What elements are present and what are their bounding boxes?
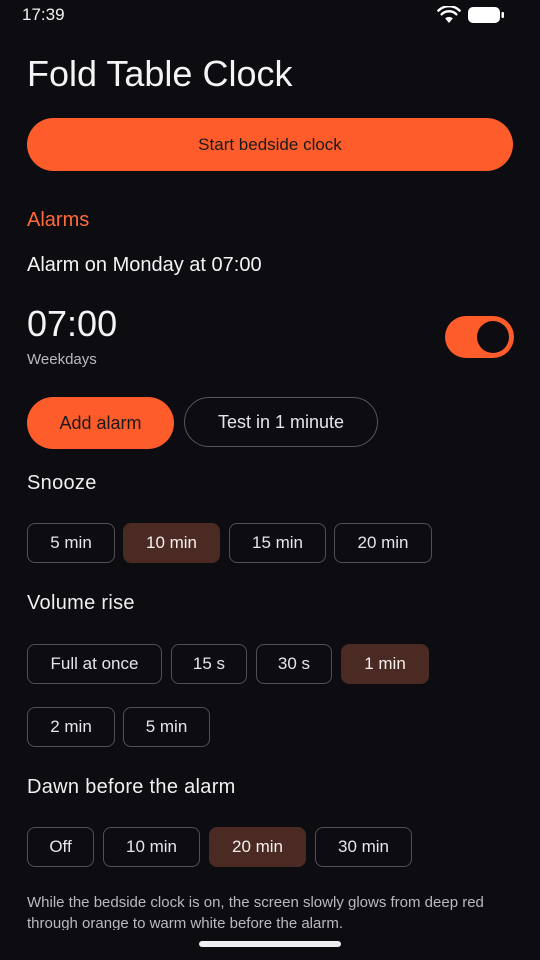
dawn-label: Dawn before the alarm [27, 776, 236, 798]
status-time: 17:39 [22, 5, 65, 24]
alarm-enabled-toggle[interactable] [445, 316, 514, 358]
snooze-label: Snooze [27, 472, 97, 494]
volume-rise-label: Volume rise [27, 592, 135, 614]
dawn-option-20-min[interactable]: 20 min [209, 827, 306, 867]
volume-rise-option-30-s[interactable]: 30 s [256, 644, 332, 684]
snooze-option-10-min[interactable]: 10 min [123, 523, 220, 563]
battery-icon [468, 7, 504, 23]
wifi-icon [437, 6, 461, 23]
volume-rise-option-5-min[interactable]: 5 min [123, 707, 210, 747]
add-alarm-button[interactable]: Add alarm [27, 397, 174, 449]
status-bar: 17:39 [0, 0, 540, 32]
volume-rise-option-full-at-once[interactable]: Full at once [27, 644, 162, 684]
toggle-knob [477, 321, 509, 353]
dawn-option-30-min[interactable]: 30 min [315, 827, 412, 867]
page-title: Fold Table Clock [27, 53, 293, 94]
volume-rise-option-15-s[interactable]: 15 s [171, 644, 247, 684]
home-indicator[interactable] [199, 941, 341, 947]
dawn-option-off[interactable]: Off [27, 827, 94, 867]
volume-rise-option-2-min[interactable]: 2 min [27, 707, 115, 747]
dawn-description: While the bedside clock is on, the scree… [27, 894, 484, 930]
dawn-option-10-min[interactable]: 10 min [103, 827, 200, 867]
alarm-repeat-days: Weekdays [27, 351, 97, 368]
test-alarm-button[interactable]: Test in 1 minute [184, 397, 378, 447]
volume-rise-option-1-min[interactable]: 1 min [341, 644, 429, 684]
alarms-heading: Alarms [27, 209, 90, 231]
snooze-option-15-min[interactable]: 15 min [229, 523, 326, 563]
snooze-option-20-min[interactable]: 20 min [334, 523, 432, 563]
snooze-option-5-min[interactable]: 5 min [27, 523, 115, 563]
start-bedside-clock-button[interactable]: Start bedside clock [27, 118, 513, 171]
alarm-time[interactable]: 07:00 [27, 303, 117, 345]
alarm-summary: Alarm on Monday at 07:00 [27, 254, 262, 276]
